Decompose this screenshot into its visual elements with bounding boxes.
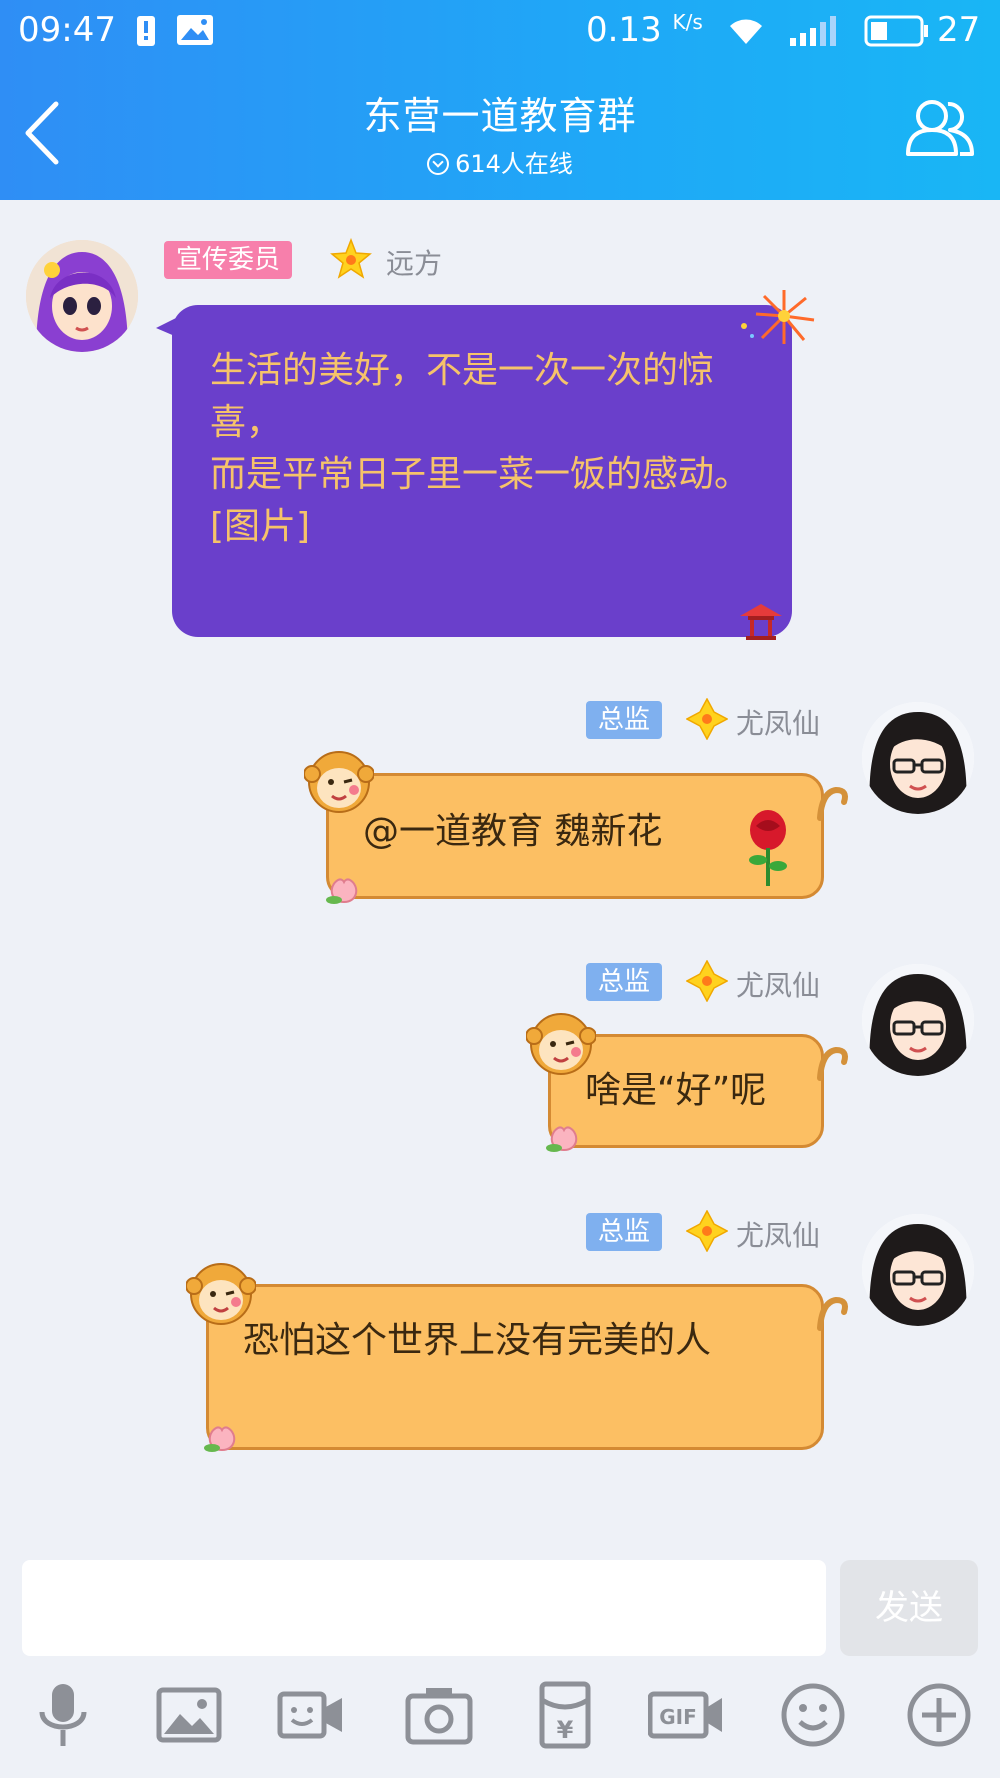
avatar[interactable] [862, 1214, 974, 1326]
plus-icon[interactable] [904, 1680, 974, 1750]
peach-icon [546, 1126, 578, 1152]
input-toolbar: ¥ GIF [0, 1680, 1000, 1776]
message-text: 恐怕这个世界上没有完美的人 [243, 1320, 712, 1361]
sender-name: 远方 [386, 247, 443, 280]
avatar[interactable] [862, 702, 974, 814]
status-bar: 09:47 0.13 K/s 27 [0, 0, 1000, 62]
emoji-icon[interactable] [778, 1680, 848, 1750]
status-time: 09:47 [18, 10, 116, 50]
message-bubble[interactable]: 恐怕这个世界上没有完美的人 [206, 1284, 824, 1450]
group-title[interactable]: 东营一道教育群 [0, 85, 1000, 140]
message-input[interactable] [22, 1560, 826, 1656]
message-text: 生活的美好，不是一次一次的惊喜， 而是平常日子里一菜一饭的感动。[图片] [210, 350, 751, 547]
monkey-tail-icon [817, 1046, 848, 1081]
avatar-image [862, 702, 974, 814]
avatar-image [26, 240, 138, 352]
send-button[interactable]: 发送 [840, 1560, 978, 1656]
net-speed: 0.13 K/s [586, 10, 703, 50]
camera-icon[interactable] [404, 1680, 474, 1750]
fireworks-icon [741, 290, 815, 344]
chevron-down-icon [427, 153, 450, 175]
monkey-icon [526, 1013, 596, 1075]
rose-icon [749, 810, 787, 886]
battery-saver-icon [137, 16, 155, 46]
group-members-icon[interactable] [904, 96, 976, 160]
gif-icon[interactable]: GIF [648, 1680, 724, 1750]
role-badge: 宣传委员 [164, 241, 293, 279]
image-icon[interactable] [154, 1680, 224, 1750]
pagoda-icon [740, 604, 782, 640]
signal-icon [790, 16, 836, 46]
sender-name: 尤凤仙 [736, 707, 821, 740]
battery-icon [864, 15, 928, 47]
wifi-icon [730, 19, 762, 44]
top-header: 09:47 0.13 K/s 27 东营一道教育群 614人在线 [0, 0, 1000, 200]
monkey-icon [186, 1263, 256, 1325]
monkey-tail-icon [817, 1296, 848, 1331]
svg-text:¥: ¥ [557, 1716, 574, 1744]
online-count[interactable]: 614人在线 [0, 144, 1000, 179]
peach-icon [326, 878, 358, 904]
red-packet-icon[interactable]: ¥ [530, 1680, 600, 1750]
avatar-image [862, 964, 974, 1076]
diamond-star-icon [686, 960, 728, 1002]
avatar-image [862, 1214, 974, 1326]
message-bubble[interactable]: 生活的美好，不是一次一次的惊喜， 而是平常日子里一菜一饭的感动。[图片] [172, 305, 792, 637]
role-badge: 总监 [586, 1213, 663, 1251]
diamond-star-icon [686, 698, 728, 740]
battery-level: 27 [937, 10, 981, 50]
gallery-notification-icon [177, 15, 213, 45]
video-call-icon[interactable] [276, 1680, 346, 1750]
svg-text:GIF: GIF [659, 1705, 697, 1729]
avatar[interactable] [862, 964, 974, 1076]
role-badge: 总监 [586, 963, 663, 1001]
star-icon [330, 238, 372, 279]
monkey-tail-icon [817, 786, 848, 821]
monkey-icon [304, 751, 374, 813]
peach-icon [204, 1426, 236, 1452]
role-badge: 总监 [586, 701, 663, 739]
diamond-star-icon [686, 1210, 728, 1252]
sender-name: 尤凤仙 [736, 969, 821, 1002]
message-text: 啥是“好”呢 [585, 1070, 767, 1111]
sender-name: 尤凤仙 [736, 1219, 821, 1252]
mic-icon[interactable] [28, 1680, 98, 1750]
message-text: @一道教育 魏新花 [363, 811, 663, 852]
avatar[interactable] [26, 240, 138, 352]
